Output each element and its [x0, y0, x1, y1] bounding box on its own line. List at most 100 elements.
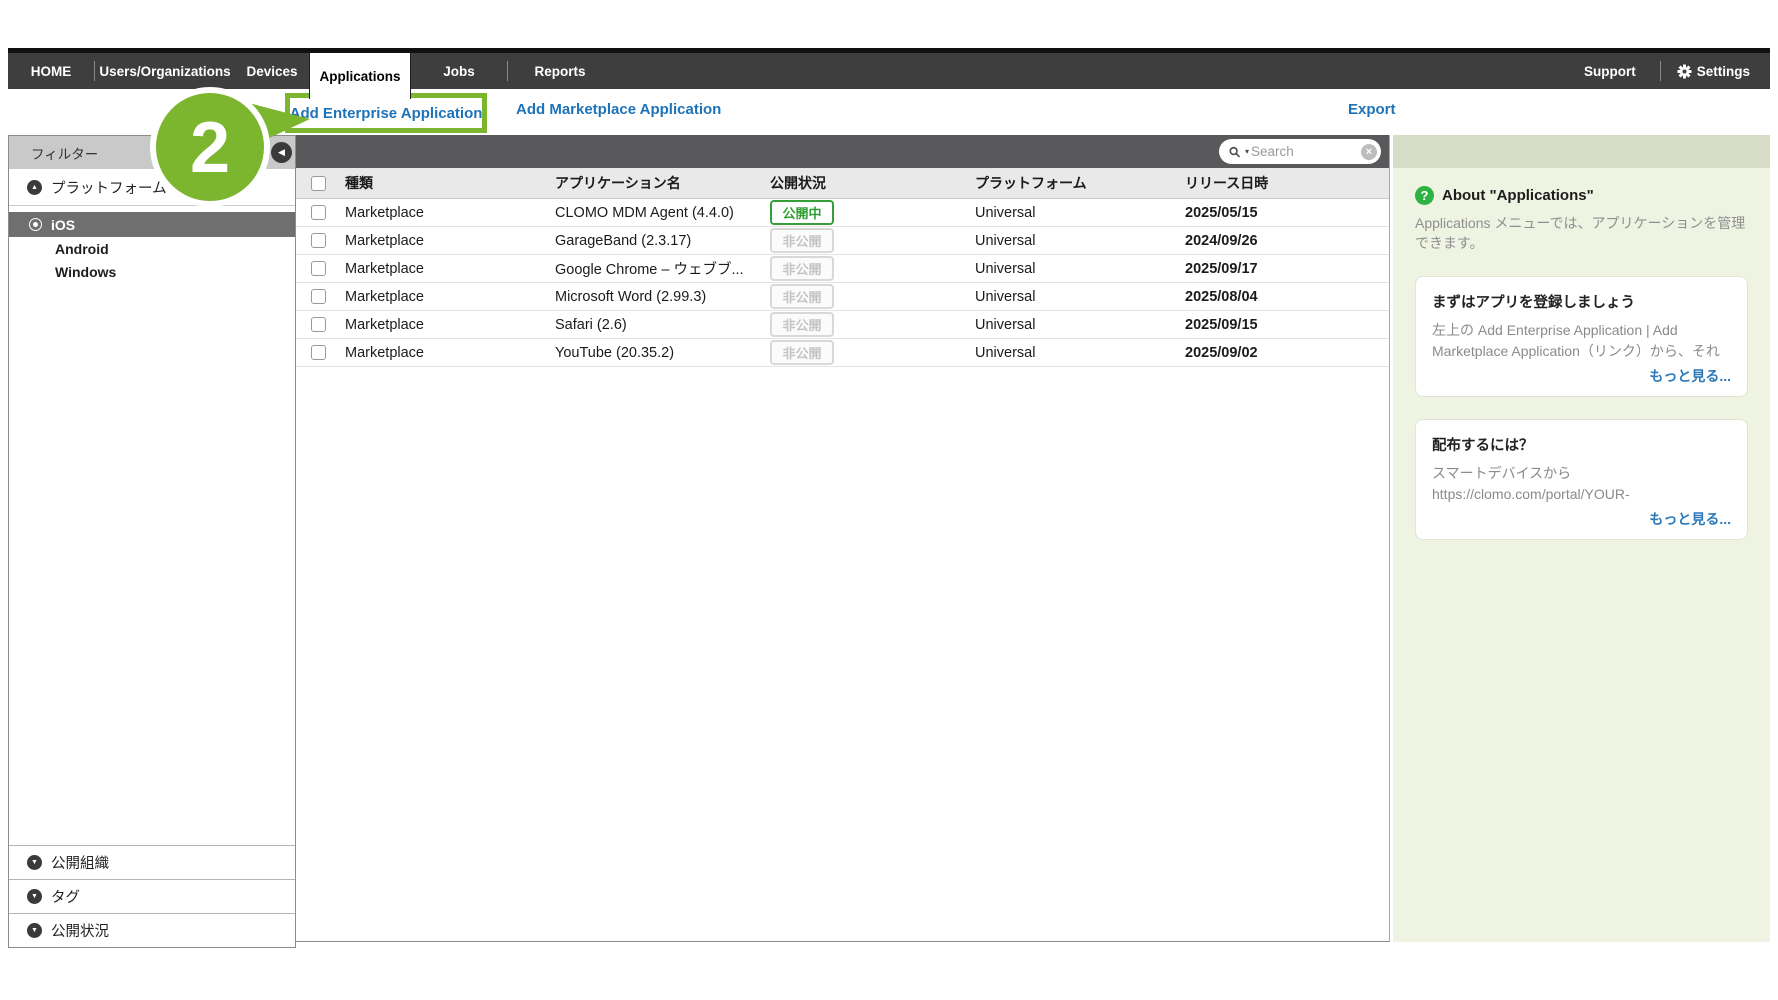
cell-type: Marketplace	[340, 205, 550, 221]
actions-bar: Add Enterprise Application Add Marketpla…	[8, 89, 1770, 135]
cell-app-name: GarageBand (2.3.17)	[550, 233, 765, 249]
filter-section-platform[interactable]: ▲ プラットフォーム	[9, 169, 295, 206]
filter-section-platform-label: プラットフォーム	[51, 177, 167, 198]
help-card-body: 左上の Add Enterprise Application | Add Mar…	[1432, 320, 1731, 362]
cell-release-date: 2025/09/17	[1180, 261, 1389, 277]
sidebar-spacer	[9, 283, 295, 845]
cell-type: Marketplace	[340, 261, 550, 277]
cell-release-date: 2024/09/26	[1180, 233, 1389, 249]
table-row[interactable]: Marketplace CLOMO MDM Agent (4.4.0) 公開中 …	[296, 199, 1389, 227]
row-checkbox[interactable]	[311, 345, 326, 360]
sidebar-item-android-label: Android	[55, 241, 109, 257]
sidebar-item-ios-label: iOS	[51, 217, 75, 233]
help-card-title: まずはアプリを登録しましょう	[1432, 291, 1731, 312]
cell-release-date: 2025/09/15	[1180, 317, 1389, 333]
table-toolbar: ▾ ×	[296, 135, 1389, 168]
filter-title: フィルター	[31, 143, 98, 163]
search-clear-icon[interactable]: ×	[1361, 144, 1377, 160]
chevron-up-icon: ▲	[27, 180, 42, 195]
search-input[interactable]	[1251, 144, 1359, 159]
settings-button[interactable]: Settings	[1661, 53, 1770, 89]
row-checkbox[interactable]	[311, 289, 326, 304]
cell-platform: Universal	[970, 289, 1180, 305]
cell-app-name: Safari (2.6)	[550, 317, 765, 333]
column-header-publish-status: 公開状況	[765, 173, 970, 193]
sidebar-item-windows-label: Windows	[55, 264, 116, 280]
about-title: About "Applications"	[1442, 187, 1594, 204]
search-icon	[1228, 145, 1243, 159]
nav-item-reports[interactable]: Reports	[508, 53, 612, 89]
help-card-body: スマートデバイスから https://clomo.com/portal/YOUR…	[1432, 463, 1731, 505]
nav-item-jobs[interactable]: Jobs	[411, 53, 507, 89]
cell-release-date: 2025/09/02	[1180, 345, 1389, 361]
add-enterprise-application-link[interactable]: Add Enterprise Application	[290, 105, 483, 122]
table-row[interactable]: Marketplace Google Chrome – ウェブブ... 非公開 …	[296, 255, 1389, 283]
filter-section-publish-org[interactable]: ▼ 公開組織	[9, 845, 295, 879]
table-row[interactable]: Marketplace YouTube (20.35.2) 非公開 Univer…	[296, 339, 1389, 367]
help-panel: ? About "Applications" Applications メニュー…	[1393, 135, 1770, 942]
nav-item-devices-label: Devices	[246, 64, 297, 79]
top-navbar: HOME Users/Organizations Devices Applica…	[8, 48, 1770, 89]
status-badge: 非公開	[770, 256, 834, 281]
nav-item-devices[interactable]: Devices	[235, 53, 309, 89]
sidebar-item-windows[interactable]: Windows	[9, 260, 295, 283]
status-badge: 非公開	[770, 340, 834, 365]
nav-tab-applications-label: Applications	[319, 69, 400, 84]
column-header-platform: プラットフォーム	[970, 173, 1180, 193]
sidebar-item-ios[interactable]: iOS	[9, 212, 295, 237]
nav-item-jobs-label: Jobs	[443, 64, 475, 79]
support-button[interactable]: Support	[1560, 53, 1660, 89]
export-link[interactable]: Export	[1348, 101, 1396, 118]
nav-item-home[interactable]: HOME	[8, 53, 94, 89]
see-more-link[interactable]: もっと見る...	[1649, 368, 1731, 384]
help-card-title: 配布するには？	[1432, 434, 1731, 455]
row-checkbox[interactable]	[311, 261, 326, 276]
filter-section-tags-label: タグ	[51, 886, 80, 907]
cell-platform: Universal	[970, 205, 1180, 221]
sidebar-item-android[interactable]: Android	[9, 237, 295, 260]
cell-app-name: YouTube (20.35.2)	[550, 345, 765, 361]
row-checkbox[interactable]	[311, 205, 326, 220]
table-row[interactable]: Marketplace GarageBand (2.3.17) 非公開 Univ…	[296, 227, 1389, 255]
nav-item-reports-label: Reports	[534, 64, 585, 79]
filter-sidebar: フィルター ◀ ▲ プラットフォーム iOS Android Windows ▼…	[8, 135, 296, 948]
filter-section-tags[interactable]: ▼ タグ	[9, 879, 295, 913]
cell-app-name: Google Chrome – ウェブブ...	[550, 258, 765, 279]
row-checkbox[interactable]	[311, 233, 326, 248]
row-checkbox[interactable]	[311, 317, 326, 332]
nav-tab-applications[interactable]: Applications	[309, 53, 411, 99]
selected-radio-icon	[29, 218, 42, 231]
filter-section-publish-status[interactable]: ▼ 公開状況	[9, 913, 295, 947]
table-header-row: 種類 アプリケーション名 公開状況 プラットフォーム リリース日時	[296, 168, 1389, 199]
select-all-checkbox[interactable]	[311, 176, 326, 191]
search-box[interactable]: ▾ ×	[1219, 139, 1381, 164]
cell-platform: Universal	[970, 233, 1180, 249]
filter-section-publish-org-label: 公開組織	[51, 852, 109, 873]
cell-type: Marketplace	[340, 345, 550, 361]
add-enterprise-highlight-box: Add Enterprise Application	[285, 93, 487, 133]
cell-release-date: 2025/08/04	[1180, 289, 1389, 305]
cell-platform: Universal	[970, 261, 1180, 277]
status-badge: 非公開	[770, 284, 834, 309]
nav-item-users-organizations[interactable]: Users/Organizations	[95, 53, 235, 89]
chevron-down-icon: ▼	[27, 923, 42, 938]
help-question-icon: ?	[1415, 186, 1434, 205]
gear-icon	[1677, 64, 1692, 79]
column-header-app-name: アプリケーション名	[550, 173, 765, 193]
filter-section-publish-status-label: 公開状況	[51, 920, 109, 941]
cell-type: Marketplace	[340, 233, 550, 249]
help-card-register-app: まずはアプリを登録しましょう 左上の Add Enterprise Applic…	[1415, 276, 1748, 397]
nav-item-users-organizations-label: Users/Organizations	[99, 64, 230, 79]
table-row[interactable]: Marketplace Safari (2.6) 非公開 Universal 2…	[296, 311, 1389, 339]
help-panel-header-band	[1393, 135, 1770, 168]
add-marketplace-application-link[interactable]: Add Marketplace Application	[516, 101, 721, 118]
sidebar-collapse-button[interactable]: ◀	[271, 142, 292, 163]
chevron-down-icon: ▼	[27, 889, 42, 904]
cell-type: Marketplace	[340, 317, 550, 333]
search-scope-caret-icon[interactable]: ▾	[1245, 147, 1249, 156]
cell-app-name: CLOMO MDM Agent (4.4.0)	[550, 205, 765, 221]
cell-app-name: Microsoft Word (2.99.3)	[550, 289, 765, 305]
table-row[interactable]: Marketplace Microsoft Word (2.99.3) 非公開 …	[296, 283, 1389, 311]
see-more-link[interactable]: もっと見る...	[1649, 511, 1731, 527]
about-description: Applications メニューでは、アプリケーションを管理できます。	[1415, 213, 1748, 254]
